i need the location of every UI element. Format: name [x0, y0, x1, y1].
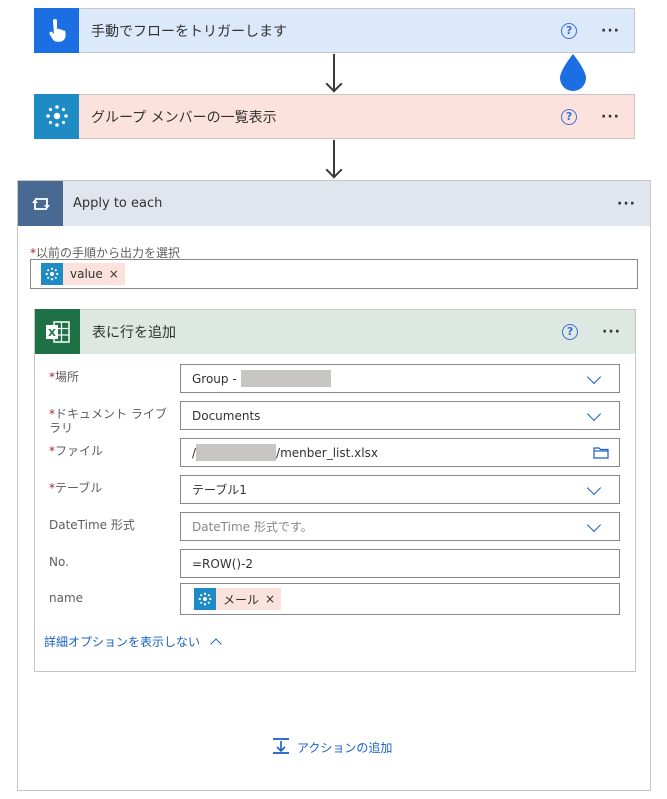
- chevron-down-icon[interactable]: [586, 517, 602, 533]
- redacted-text: [196, 444, 277, 461]
- no-label: No.: [49, 555, 69, 569]
- more-options-icon[interactable]: ···: [601, 23, 620, 39]
- library-value: Documents: [192, 408, 261, 423]
- remove-token-icon[interactable]: ×: [265, 592, 275, 606]
- library-select[interactable]: Documents: [180, 401, 620, 430]
- no-value: =ROW()-2: [192, 556, 254, 571]
- file-path-suffix: /menber_list.xlsx: [276, 445, 378, 460]
- name-input[interactable]: メール ×: [180, 583, 620, 615]
- list-members-card[interactable]: グループ メンバーの一覧表示 ? ···: [34, 93, 635, 139]
- svg-text:X: X: [48, 328, 56, 339]
- folder-icon[interactable]: [593, 446, 609, 462]
- more-options-icon[interactable]: ···: [617, 196, 636, 212]
- table-label: *テーブル: [49, 481, 103, 495]
- group-network-icon: [194, 588, 216, 610]
- name-label: name: [49, 591, 84, 605]
- advanced-options-toggle[interactable]: 詳細オプションを表示しない: [44, 633, 222, 650]
- remove-token-icon[interactable]: ×: [109, 267, 119, 281]
- apply-to-each-card: Apply to each ··· *以前の手順から出力を選択 value ×: [17, 180, 651, 791]
- chevron-up-icon: [210, 637, 222, 650]
- connector-arrowhead: [325, 161, 343, 179]
- add-action-button[interactable]: アクションの追加: [271, 737, 392, 758]
- add-row-title: 表に行を追加: [92, 325, 176, 341]
- apply-to-each-header[interactable]: Apply to each ···: [18, 181, 650, 226]
- more-options-icon[interactable]: ···: [601, 109, 620, 125]
- excel-icon: X: [35, 309, 80, 354]
- group-network-icon: [34, 93, 79, 139]
- add-row-header[interactable]: X 表に行を追加 ? ···: [35, 309, 635, 354]
- file-input[interactable]: / /menber_list.xlsx: [180, 438, 620, 467]
- group-network-icon: [41, 263, 63, 285]
- file-label: *ファイル: [49, 444, 104, 458]
- chevron-down-icon[interactable]: [586, 406, 602, 422]
- token-label: value: [70, 267, 103, 281]
- help-icon[interactable]: ?: [561, 22, 578, 39]
- location-label: *場所: [49, 370, 80, 384]
- value-token[interactable]: value ×: [41, 263, 125, 285]
- redacted-text: [240, 370, 331, 387]
- droplet-icon[interactable]: [556, 52, 590, 96]
- loop-icon: [18, 181, 63, 226]
- mail-token[interactable]: メール ×: [194, 588, 282, 610]
- list-members-title: グループ メンバーの一覧表示: [91, 109, 277, 126]
- chevron-down-icon[interactable]: [586, 480, 602, 496]
- trigger-card[interactable]: 手動でフローをトリガーします ? ···: [34, 7, 635, 53]
- library-label: *ドキュメント ライブラリ: [49, 407, 167, 435]
- datetime-select[interactable]: DateTime 形式です。: [180, 512, 620, 541]
- more-options-icon[interactable]: ···: [602, 324, 621, 340]
- chevron-down-icon[interactable]: [586, 369, 602, 385]
- help-icon[interactable]: ?: [562, 324, 579, 340]
- help-icon[interactable]: ?: [561, 108, 578, 125]
- datetime-label: DateTime 形式: [49, 518, 135, 532]
- select-output-input[interactable]: value ×: [30, 259, 638, 289]
- datetime-placeholder: DateTime 形式です。: [192, 520, 313, 534]
- location-value: Group -: [192, 371, 237, 386]
- add-row-card: X 表に行を追加 ? ··· *場所 Group - *ドキュメント ライブラリ…: [34, 309, 636, 672]
- token-label: メール: [223, 592, 260, 607]
- trigger-title: 手動でフローをトリガーします: [91, 23, 287, 40]
- apply-to-each-title: Apply to each: [73, 196, 163, 211]
- location-select[interactable]: Group -: [180, 364, 620, 393]
- no-input[interactable]: =ROW()-2: [180, 549, 620, 578]
- add-action-label: アクションの追加: [297, 741, 393, 755]
- table-select[interactable]: テーブル1: [180, 475, 620, 504]
- touch-icon: [34, 7, 79, 53]
- table-value: テーブル1: [192, 483, 247, 497]
- add-action-icon: [271, 737, 291, 758]
- connector-arrowhead: [325, 75, 343, 93]
